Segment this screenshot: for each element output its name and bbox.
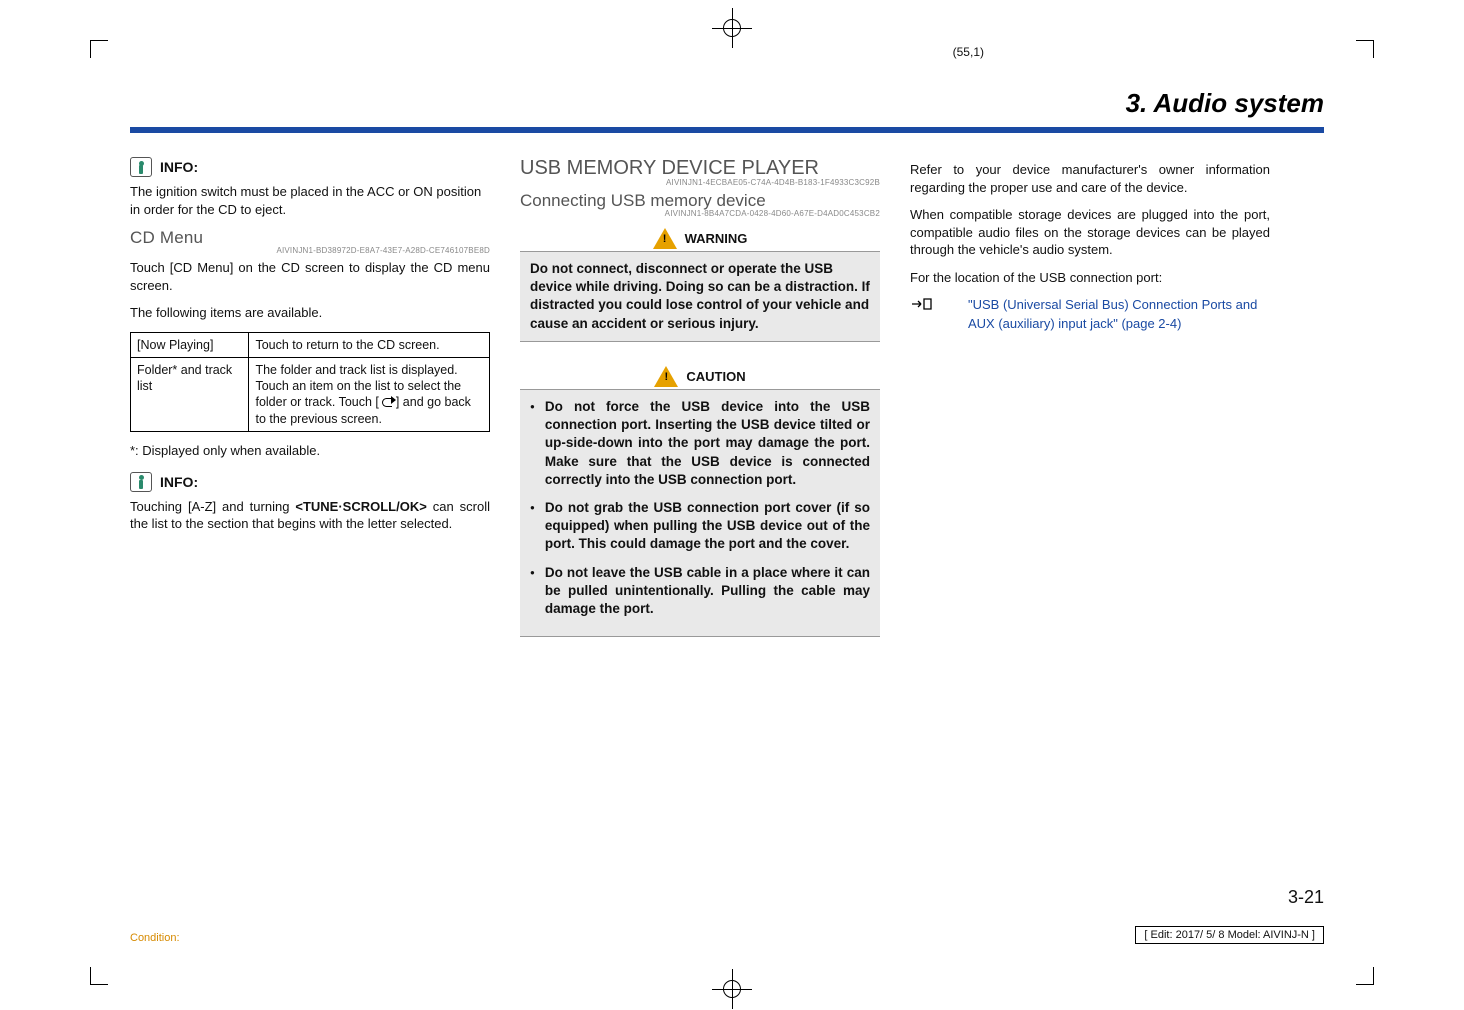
caution-triangle-icon: ! [654,366,678,387]
back-icon [382,398,392,407]
chapter-rule [130,127,1324,133]
body-text: Touch [CD Menu] on the CD screen to disp… [130,259,490,294]
cd-menu-heading: CD Menu [130,228,490,248]
body-text: The following items are available. [130,304,490,322]
table-cell: Folder* and track list [131,357,249,431]
hand-pointer-icon [910,296,934,334]
control-name: <TUNE·SCROLL/OK> [295,499,426,514]
footnote: *: Displayed only when available. [130,442,490,460]
caution-item-text: Do not leave the USB cable in a place wh… [545,564,870,619]
condition-label: Condition: [130,932,180,944]
page-number: 3-21 [1288,887,1324,908]
crop-mark [90,40,108,58]
table-cell: [Now Playing] [131,332,249,357]
cross-reference: "USB (Universal Serial Bus) Connection P… [910,296,1270,334]
column-left: INFO: The ignition switch must be placed… [130,157,490,637]
list-item: Do not grab the USB connection port cove… [530,499,870,554]
warning-text: Do not connect, disconnect or operate th… [520,251,880,342]
info-label-text: INFO: [160,159,198,175]
caution-item-text: Do not force the USB device into the USB… [545,398,870,489]
body-text: For the location of the USB connection p… [910,269,1270,287]
info-label-text: INFO: [160,474,198,490]
table-cell: Touch to return to the CD screen. [249,332,490,357]
usb-heading: USB MEMORY DEVICE PLAYER [520,157,880,180]
table-text: The folder and track list is displayed. [255,363,457,377]
info-callout: INFO: [130,472,490,492]
cd-menu-table: [Now Playing] Touch to return to the CD … [130,332,490,432]
registration-mark-icon [712,969,752,1009]
registration-mark-icon [712,8,752,48]
body-text: The ignition switch must be placed in th… [130,183,490,218]
crop-mark [1356,40,1374,58]
column-middle: USB MEMORY DEVICE PLAYER AIVINJN1-4ECBAE… [520,157,880,637]
body-text: Touching [A-Z] and turning <TUNE·SCROLL/… [130,498,490,533]
table-row: Folder* and track list The folder and tr… [131,357,490,431]
list-item: Do not leave the USB cable in a place wh… [530,564,870,619]
page-coordinate: (55,1) [953,45,984,59]
warning-block: ! WARNING Do not connect, disconnect or … [520,228,880,342]
edition-stamp: [ Edit: 2017/ 5/ 8 Model: AIVINJ-N ] [1135,926,1324,944]
column-right: Refer to your device manufacturer's owne… [910,157,1270,637]
crop-mark [90,967,108,985]
body-text: When compatible storage devices are plug… [910,206,1270,259]
table-cell: The folder and track list is displayed. … [249,357,490,431]
warning-label: WARNING [685,231,748,246]
cross-reference-text: "USB (Universal Serial Bus) Connection P… [938,296,1270,334]
list-item: Do not force the USB device into the USB… [530,398,870,489]
info-icon [130,157,152,177]
chapter-heading: 3. Audio system [130,88,1324,125]
inline-text: Touching [A-Z] and turning [130,499,295,514]
info-icon [130,472,152,492]
caution-text: Do not force the USB device into the USB… [520,389,880,637]
info-callout: INFO: [130,157,490,177]
table-row: [Now Playing] Touch to return to the CD … [131,332,490,357]
usb-subheading: Connecting USB memory device [520,191,880,211]
caution-block: ! CAUTION Do not force the USB device in… [520,366,880,637]
crop-mark [1356,967,1374,985]
warning-triangle-icon: ! [653,228,677,249]
caution-item-text: Do not grab the USB connection port cove… [545,499,870,554]
body-text: Refer to your device manufacturer's owne… [910,161,1270,196]
caution-label: CAUTION [686,369,745,384]
